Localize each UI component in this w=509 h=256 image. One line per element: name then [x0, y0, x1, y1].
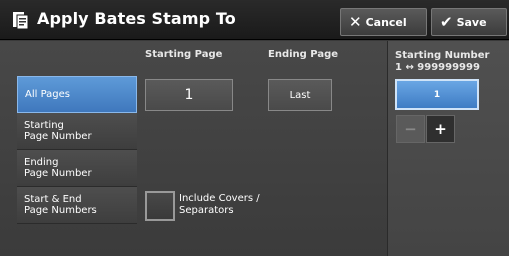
document-stamp-icon — [13, 12, 29, 30]
cancel-label: Cancel — [365, 15, 407, 29]
close-icon: ✕ — [349, 12, 362, 31]
starting-number-range: 1 ↔ 999999999 — [395, 62, 480, 73]
include-covers-checkbox[interactable] — [145, 191, 175, 221]
title-bar: Apply Bates Stamp To ✕ Cancel ✔ Save — [0, 0, 509, 40]
option-label: Start & End Page Numbers — [24, 194, 97, 216]
ending-page-field[interactable]: Last — [268, 79, 332, 111]
option-label: All Pages — [25, 89, 70, 100]
starting-number-panel — [387, 41, 509, 256]
starting-number-field[interactable]: 1 — [395, 79, 479, 110]
include-covers-label: Include Covers / Separators — [179, 193, 260, 216]
starting-page-field[interactable]: 1 — [145, 79, 233, 111]
checkmark-icon: ✔ — [440, 12, 453, 31]
ending-page-heading: Ending Page — [268, 49, 339, 60]
option-starting-page-number[interactable]: Starting Page Number — [17, 113, 137, 150]
decrement-button[interactable]: − — [396, 115, 425, 143]
page-title: Apply Bates Stamp To — [37, 9, 236, 28]
option-start-end-page-numbers[interactable]: Start & End Page Numbers — [17, 187, 137, 224]
save-button[interactable]: ✔ Save — [431, 8, 507, 36]
starting-number-heading: Starting Number — [395, 50, 490, 61]
page-option-list: All Pages Starting Page Number Ending Pa… — [17, 76, 137, 224]
starting-page-heading: Starting Page — [145, 49, 223, 60]
option-label: Starting Page Number — [24, 120, 92, 142]
save-label: Save — [456, 15, 487, 29]
option-label: Ending Page Number — [24, 157, 92, 179]
increment-button[interactable]: + — [426, 115, 455, 143]
cancel-button[interactable]: ✕ Cancel — [340, 8, 427, 36]
option-all-pages[interactable]: All Pages — [17, 76, 137, 113]
option-ending-page-number[interactable]: Ending Page Number — [17, 150, 137, 187]
